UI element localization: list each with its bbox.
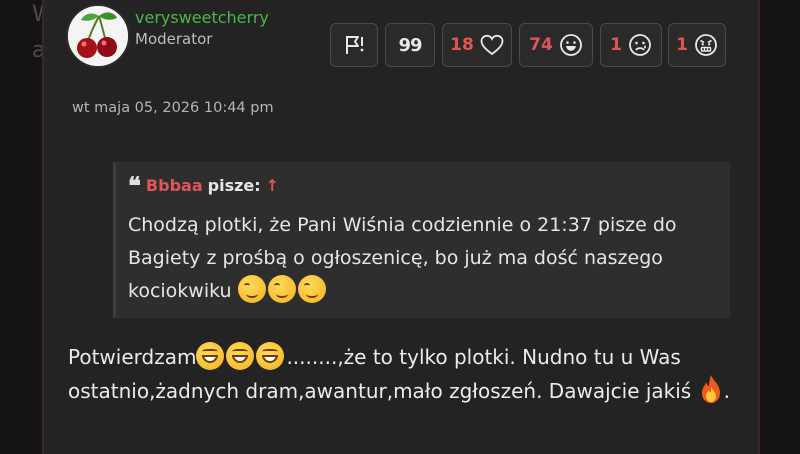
post-date[interactable]: wt maja 05, 2026 10:44 pm bbox=[72, 100, 274, 116]
heart-count: 18 bbox=[450, 35, 474, 55]
heart-icon bbox=[480, 34, 504, 56]
grin-emoji-icon bbox=[256, 342, 285, 370]
angry-count: 1 bbox=[676, 35, 688, 55]
user-role: Moderator bbox=[135, 30, 213, 48]
quote-author[interactable]: Bbbaa bbox=[146, 176, 203, 195]
wink-emoji-icon bbox=[297, 275, 326, 303]
avatar[interactable] bbox=[66, 4, 130, 68]
quote-icon: ❝ bbox=[128, 170, 141, 200]
reaction-angry-button[interactable]: 1 bbox=[668, 23, 726, 67]
quote-says-label: pisze: bbox=[207, 176, 261, 195]
wink-emoji-icon bbox=[237, 275, 266, 303]
reaction-sad-button[interactable]: 1 bbox=[600, 23, 662, 67]
username[interactable]: verysweetcherry bbox=[135, 8, 269, 27]
post-body-part: Potwierdzam bbox=[68, 345, 197, 369]
smile-count: 74 bbox=[529, 35, 553, 55]
sad-face-icon bbox=[629, 34, 651, 56]
sad-count: 1 bbox=[610, 35, 622, 55]
quote-text: Chodzą plotki, że Pani Wiśnia codziennie… bbox=[128, 209, 723, 308]
fire-emoji-icon bbox=[698, 374, 724, 404]
smile-icon bbox=[559, 34, 582, 56]
angry-face-icon bbox=[695, 34, 717, 56]
post-body: Potwierdzam ........,że to tylko plotki. … bbox=[68, 340, 740, 408]
post-body-part: . bbox=[723, 379, 730, 403]
flag-icon bbox=[346, 36, 364, 54]
wink-emoji-icon bbox=[267, 275, 296, 303]
quote-header: ❝ Bbbaa pisze: ↑ bbox=[128, 170, 279, 200]
grin-emoji-icon bbox=[226, 342, 255, 370]
quote-icon: 99 bbox=[398, 34, 422, 56]
arrow-up-icon[interactable]: ↑ bbox=[266, 176, 279, 195]
reaction-smile-button[interactable]: 74 bbox=[519, 23, 593, 67]
grin-emoji-icon bbox=[196, 342, 225, 370]
report-button[interactable] bbox=[330, 23, 378, 67]
quote-body: Chodzą plotki, że Pani Wiśnia codziennie… bbox=[128, 214, 677, 302]
cherry-icon bbox=[68, 6, 128, 66]
quote-button[interactable]: 99 bbox=[385, 23, 435, 67]
quote-block: ❝ Bbbaa pisze: ↑ Chodzą plotki, że Pani … bbox=[113, 162, 730, 318]
reaction-heart-button[interactable]: 18 bbox=[442, 23, 512, 67]
